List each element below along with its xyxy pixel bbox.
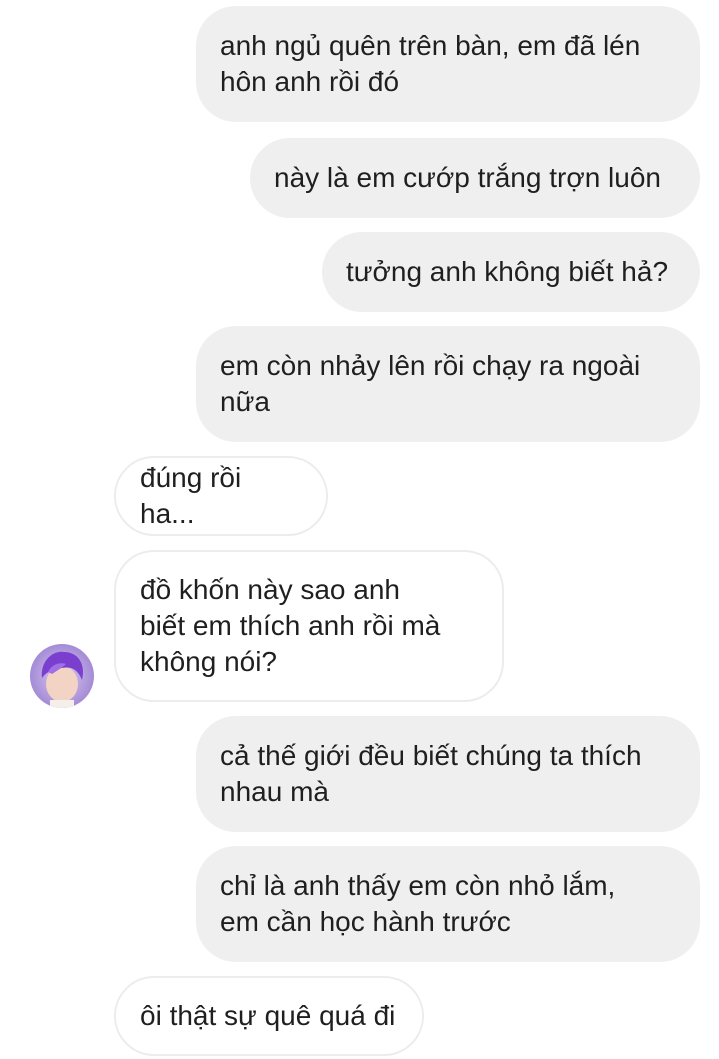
message-bubble-received[interactable]: đồ khốn này sao anh biết em thích anh rồ… [114,550,504,702]
message-bubble-sent[interactable]: tưởng anh không biết hả? [322,232,700,312]
message-bubble-sent[interactable]: em còn nhảy lên rồi chạy ra ngoài nữa [196,326,700,442]
message-bubble-received[interactable]: ôi thật sự quê quá đi [114,976,424,1056]
chat-thread: anh ngủ quên trên bàn, em đã lén hôn anh… [0,0,719,1059]
message-bubble-received[interactable]: đúng rồi ha... [114,456,328,536]
message-bubble-sent[interactable]: này là em cướp trắng trợn luôn [250,138,700,218]
contact-avatar-icon[interactable] [30,644,94,708]
message-bubble-sent[interactable]: anh ngủ quên trên bàn, em đã lén hôn anh… [196,6,700,122]
message-bubble-sent[interactable]: chỉ là anh thấy em còn nhỏ lắm, em cần h… [196,846,700,962]
message-bubble-sent[interactable]: cả thế giới đều biết chúng ta thích nhau… [196,716,700,832]
avatar-image [30,644,94,708]
